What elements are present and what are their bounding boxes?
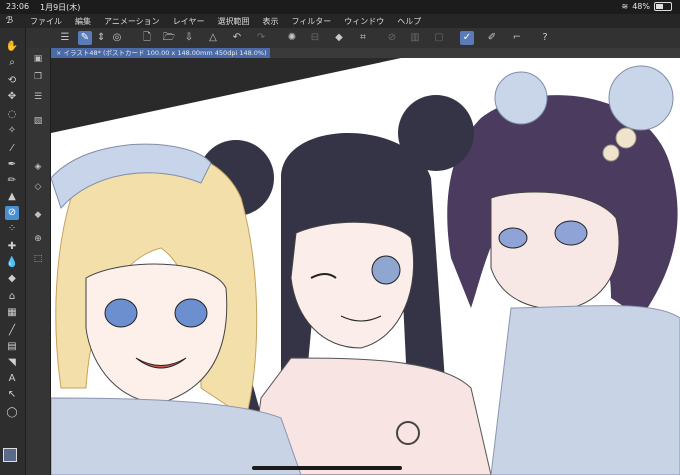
warning-icon[interactable]: △ <box>206 31 220 45</box>
magic-wand-icon[interactable]: ✧ <box>5 124 19 138</box>
eraser-tool-icon[interactable]: ◆ <box>5 272 19 286</box>
document-tab[interactable]: × イラスト48* (ポストカード 100.00 x 148.00mm 450d… <box>50 48 270 58</box>
menu-bar: ℬ ファイル 編集 アニメーション レイヤー 選択範囲 表示 フィルター ウィンドウ ヘルプ <box>0 14 680 28</box>
close-icon[interactable]: × <box>56 49 61 57</box>
bucket-icon[interactable]: ⌂ <box>5 290 19 304</box>
blend-icon[interactable]: ✚ <box>5 240 19 254</box>
copy-icon[interactable]: ❐ <box>31 70 45 84</box>
pencil-icon[interactable]: ✏ <box>5 174 19 188</box>
app-logo-icon[interactable]: ℬ <box>6 16 16 26</box>
artwork-illustration <box>51 58 680 475</box>
status-date: 1月9日(木) <box>40 3 81 12</box>
object-icon[interactable]: ↖ <box>5 388 19 402</box>
save-icon[interactable]: ⇩ <box>182 31 196 45</box>
ruler-tool-icon[interactable]: ◥ <box>5 356 19 370</box>
menu-items: ファイル 編集 アニメーション レイヤー 選択範囲 表示 フィルター ウィンドウ ヘルプ <box>30 16 421 27</box>
eraser-icon[interactable]: ⌐ <box>510 31 524 45</box>
transform-icon[interactable]: ⊟ <box>308 31 322 45</box>
frame-icon[interactable]: ▤ <box>5 340 19 354</box>
palette-icon[interactable]: ▧ <box>31 114 45 128</box>
home-indicator <box>252 466 402 470</box>
battery-percent: 48% <box>632 2 650 11</box>
document-tab-title: イラスト48* (ポストカード 100.00 x 148.00mm 450dpi… <box>63 49 267 57</box>
pen-settings-icon[interactable]: ◎ <box>110 31 124 45</box>
new-file-icon[interactable]: 🗋 <box>140 31 154 45</box>
mask-icon[interactable]: ◆ <box>31 208 45 222</box>
water-icon[interactable]: 💧 <box>5 256 19 270</box>
undo-icon[interactable]: ↶ <box>230 31 244 45</box>
hand-icon[interactable]: ✋ <box>5 40 19 54</box>
redo-icon[interactable]: ↷ <box>254 31 268 45</box>
fill-icon[interactable]: ◆ <box>332 31 346 45</box>
grid-icon[interactable]: ▢ <box>432 31 446 45</box>
airbrush-icon[interactable]: ⁘ <box>5 222 19 236</box>
brush-tool-icon[interactable]: ⊘ <box>5 206 19 220</box>
rotate-icon[interactable]: ⟲ <box>5 74 19 88</box>
zoom-icon[interactable]: ⌕ <box>5 56 19 70</box>
command-bar: ☰ ✎ ⇕ ◎ 🗋 🗁 ⇩ △ ↶ ↷ ✺ ⊟ ◆ ⌗ ⊘ ▥ ▢ ✓ ✐ ⌐ … <box>0 28 680 49</box>
battery-icon <box>654 2 672 11</box>
snap-icon[interactable]: ▥ <box>408 31 422 45</box>
erase-layer-icon[interactable]: ◇ <box>31 180 45 194</box>
list-icon[interactable]: ☰ <box>31 90 45 104</box>
menu-item[interactable]: レイヤー <box>173 16 205 27</box>
sub-tool-palette: ▣ ❐ ☰ ▧ ◈ ◇ ◆ ⊕ ⬚ <box>26 48 51 475</box>
move-icon[interactable]: ✥ <box>5 90 19 104</box>
eyedropper-icon[interactable]: ⁄ <box>5 142 19 156</box>
pen-icon[interactable]: ✒ <box>5 158 19 172</box>
main-color-swatch[interactable] <box>3 448 17 462</box>
menu-item[interactable]: 選択範囲 <box>217 16 249 27</box>
menu-item[interactable]: アニメーション <box>104 16 160 27</box>
wifi-icon: ≋ <box>621 2 629 11</box>
color-swatches[interactable] <box>3 448 23 468</box>
document-tabs: × イラスト48* (ポストカード 100.00 x 148.00mm 450d… <box>50 48 680 58</box>
stepper-icon[interactable]: ⇕ <box>97 31 105 45</box>
menu-item[interactable]: ヘルプ <box>397 16 421 27</box>
crop-icon[interactable]: ⌗ <box>356 31 370 45</box>
stack-icon[interactable]: ⊕ <box>31 232 45 246</box>
menu-item[interactable]: 編集 <box>75 16 91 27</box>
open-file-icon[interactable]: 🗁 <box>162 31 176 45</box>
fill-layer-icon[interactable]: ◈ <box>31 160 45 174</box>
gradient-icon[interactable]: ▦ <box>5 306 19 320</box>
status-time: 23:06 <box>6 2 30 11</box>
line-icon[interactable]: ╱ <box>5 324 19 338</box>
loading-icon[interactable]: ✺ <box>285 31 299 45</box>
text-icon[interactable]: A <box>5 372 19 386</box>
menu-item[interactable]: ファイル <box>30 16 62 27</box>
brush-icon[interactable]: ✐ <box>485 31 499 45</box>
check-icon[interactable]: ✓ <box>460 31 474 45</box>
menu-item[interactable]: 表示 <box>262 16 278 27</box>
menu-item[interactable]: フィルター <box>291 16 331 27</box>
menu-item[interactable]: ウィンドウ <box>344 16 384 27</box>
status-bar: 23:06 1月9日(木) ≋ 48% <box>0 0 680 14</box>
drawing-canvas[interactable] <box>51 58 680 475</box>
balloon-icon[interactable]: ◯ <box>5 406 19 420</box>
menu-icon[interactable]: ☰ <box>58 31 72 45</box>
ruler-icon[interactable]: ⊘ <box>385 31 399 45</box>
lasso-icon[interactable]: ◌ <box>5 108 19 122</box>
layer-icon[interactable]: ▣ <box>31 52 45 66</box>
folder-icon[interactable]: ⬚ <box>31 252 45 266</box>
help-icon[interactable]: ? <box>538 31 552 45</box>
select-tool-icon[interactable]: ✎ <box>78 31 92 45</box>
status-right: ≋ 48% <box>622 2 672 11</box>
marker-icon[interactable]: ▲ <box>5 190 19 204</box>
tool-palette: ✋ ⌕ ⟲ ✥ ◌ ✧ ⁄ ✒ ✏ ▲ ⊘ ⁘ ✚ 💧 ◆ ⌂ ▦ ╱ ▤ ◥ … <box>0 28 26 475</box>
